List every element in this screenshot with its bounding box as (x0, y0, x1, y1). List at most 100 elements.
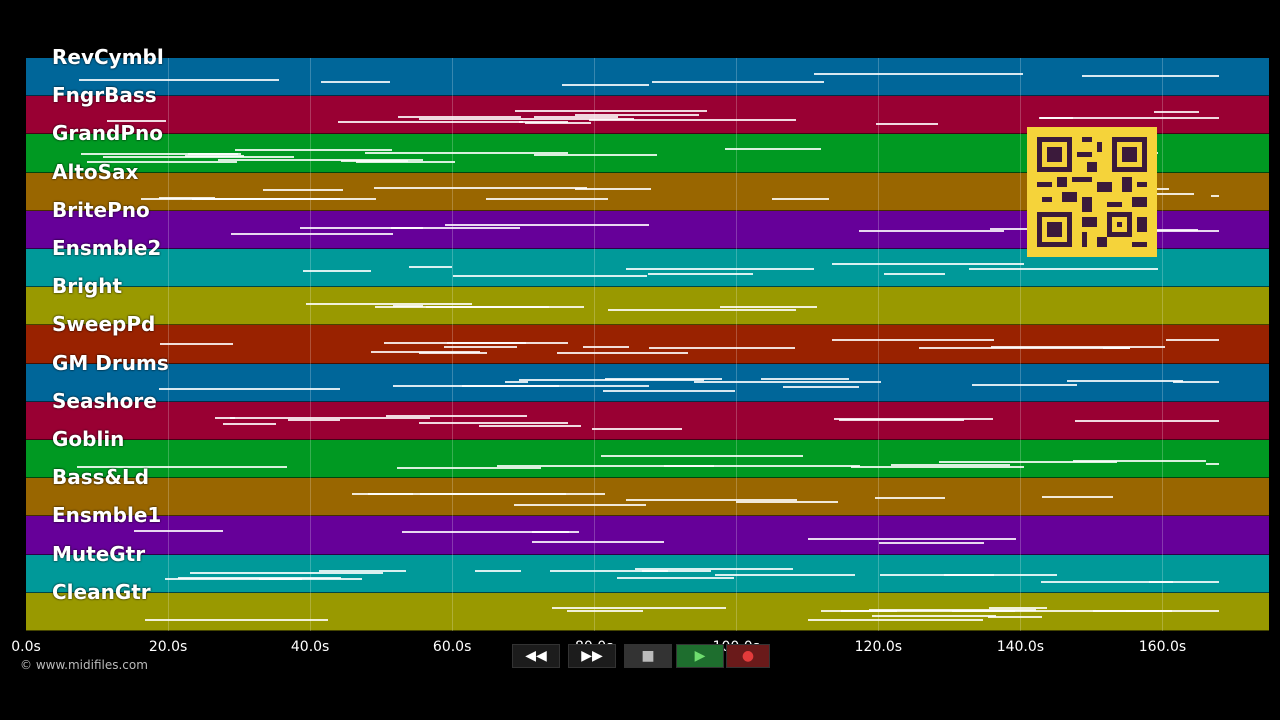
time-gridline (452, 58, 454, 631)
note-mark (444, 224, 649, 227)
note-mark (426, 306, 585, 309)
note-mark (393, 384, 560, 387)
note-mark (300, 226, 424, 229)
note-mark (549, 570, 711, 573)
note-mark (567, 610, 644, 613)
note-mark (525, 121, 591, 124)
note-mark (1148, 580, 1219, 583)
note-mark (735, 501, 839, 504)
note-mark (305, 303, 472, 306)
note-mark (370, 350, 480, 353)
note-mark (1082, 74, 1219, 77)
track-label: Ensmble2 (52, 236, 162, 260)
note-mark (302, 269, 371, 272)
note-mark (443, 345, 517, 348)
track-label: CleanGtr (52, 579, 151, 604)
track-label: Seashore (52, 388, 157, 413)
note-mark (262, 188, 344, 191)
note-mark (616, 576, 734, 579)
note-mark (398, 116, 521, 119)
note-mark (419, 492, 605, 495)
note-mark (187, 152, 242, 155)
qr-code (1027, 127, 1157, 257)
note-mark (222, 422, 276, 425)
note-mark (230, 233, 393, 236)
track-lane (26, 58, 1269, 97)
note-mark (1066, 380, 1184, 383)
time-gridline (594, 58, 596, 631)
transport-controls: ◀◀ ▶▶ ■ ▶ ● (512, 644, 770, 668)
note-mark (452, 274, 648, 277)
note-mark (218, 158, 424, 161)
note-mark (968, 268, 1158, 271)
track-label: RevCymbl (52, 45, 164, 69)
note-mark (78, 78, 280, 81)
note-mark (919, 346, 1130, 349)
track-label: BritePno (52, 197, 150, 222)
time-tick-label: 60.0s (432, 639, 472, 655)
note-mark (534, 153, 657, 156)
track-label: Bright (52, 274, 123, 299)
track-lane (26, 516, 1269, 555)
note-mark (832, 262, 1024, 265)
note-mark (831, 338, 994, 341)
track-label: FngrBass (52, 83, 157, 108)
note-mark (408, 266, 452, 269)
note-mark (943, 574, 1057, 577)
note-mark (159, 387, 341, 390)
note-mark (574, 187, 651, 190)
note-mark (607, 308, 797, 311)
note-mark (850, 466, 1025, 469)
note-mark (340, 160, 409, 163)
track-label: GM Drums (52, 350, 169, 375)
track-label: Goblin (52, 427, 125, 451)
note-mark (532, 541, 665, 544)
note-mark (626, 498, 797, 501)
note-mark (514, 504, 647, 507)
track-label: GrandPno (52, 121, 163, 146)
note-mark (159, 342, 234, 345)
track-lane (26, 363, 1269, 402)
track-label: SweepPd (52, 312, 156, 337)
note-mark (651, 80, 824, 83)
note-mark (479, 425, 582, 428)
time-tick-label: 140.0s (996, 639, 1045, 655)
note-mark (876, 122, 939, 125)
track-lane (26, 478, 1269, 517)
time-tick-label: 120.0s (854, 639, 903, 655)
note-mark (841, 609, 898, 612)
note-mark (874, 497, 946, 500)
note-mark (626, 267, 814, 270)
track-lane (26, 401, 1269, 440)
note-mark (318, 569, 407, 572)
note-mark (320, 81, 391, 84)
note-mark (1074, 420, 1219, 423)
track-lane (26, 554, 1269, 593)
note-mark (383, 341, 569, 344)
note-mark (551, 606, 727, 609)
note-mark (771, 198, 829, 201)
rewind-button[interactable]: ◀◀ (512, 644, 560, 668)
note-mark (533, 115, 618, 118)
play-button[interactable]: ▶ (676, 644, 724, 668)
note-mark (234, 148, 392, 151)
note-mark (134, 530, 223, 533)
note-mark (583, 346, 630, 349)
stop-button[interactable]: ■ (624, 644, 672, 668)
note-mark (589, 118, 796, 121)
play-icon: ▶ (694, 648, 706, 664)
track-lane (26, 287, 1269, 326)
forward-button[interactable]: ▶▶ (568, 644, 616, 668)
track-label: MuteGtr (52, 541, 146, 566)
note-mark (838, 418, 965, 421)
time-gridline (878, 58, 880, 631)
note-mark (215, 417, 236, 420)
note-mark (807, 537, 1017, 540)
record-button[interactable]: ● (726, 644, 770, 668)
note-mark (725, 148, 821, 151)
record-icon: ● (741, 648, 755, 664)
note-mark (373, 187, 588, 190)
note-mark (591, 428, 683, 431)
track-lane (26, 325, 1269, 364)
note-mark (486, 197, 608, 200)
